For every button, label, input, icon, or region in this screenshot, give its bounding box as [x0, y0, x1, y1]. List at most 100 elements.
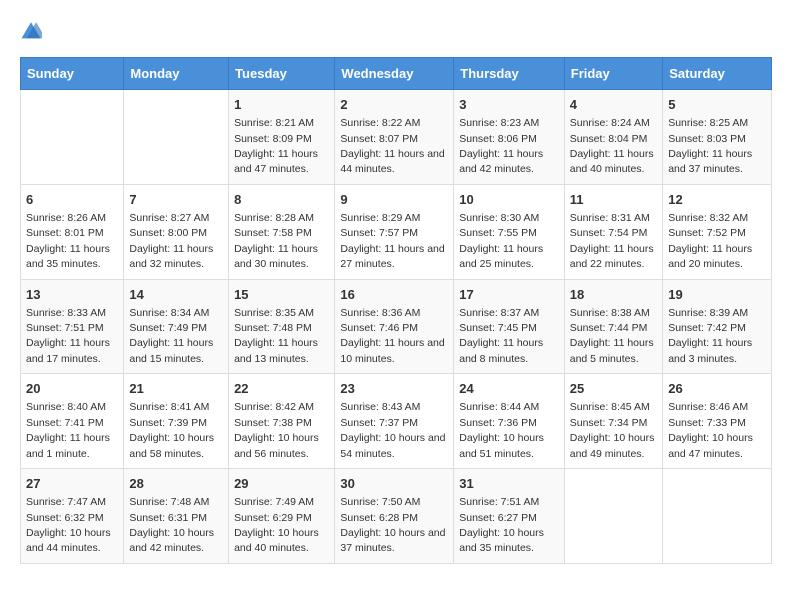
- calendar-day-cell: 26 Sunrise: 8:46 AMSunset: 7:33 PMDaylig…: [663, 374, 772, 469]
- calendar-day-cell: 16 Sunrise: 8:36 AMSunset: 7:46 PMDaylig…: [335, 279, 454, 374]
- calendar-day-cell: [21, 90, 124, 185]
- calendar-day-cell: 6 Sunrise: 8:26 AMSunset: 8:01 PMDayligh…: [21, 184, 124, 279]
- day-info: Sunrise: 8:24 AMSunset: 8:04 PMDaylight:…: [570, 117, 654, 175]
- day-of-week-header: Wednesday: [335, 58, 454, 90]
- calendar-day-cell: 13 Sunrise: 8:33 AMSunset: 7:51 PMDaylig…: [21, 279, 124, 374]
- day-info: Sunrise: 8:28 AMSunset: 7:58 PMDaylight:…: [234, 212, 318, 270]
- day-number: 6: [26, 191, 118, 209]
- calendar-day-cell: 11 Sunrise: 8:31 AMSunset: 7:54 PMDaylig…: [564, 184, 662, 279]
- calendar-day-cell: 31 Sunrise: 7:51 AMSunset: 6:27 PMDaylig…: [454, 469, 565, 564]
- calendar-day-cell: 30 Sunrise: 7:50 AMSunset: 6:28 PMDaylig…: [335, 469, 454, 564]
- calendar-day-cell: 1 Sunrise: 8:21 AMSunset: 8:09 PMDayligh…: [229, 90, 335, 185]
- day-of-week-header: Thursday: [454, 58, 565, 90]
- day-info: Sunrise: 8:41 AMSunset: 7:39 PMDaylight:…: [129, 401, 214, 459]
- calendar-day-cell: 14 Sunrise: 8:34 AMSunset: 7:49 PMDaylig…: [124, 279, 229, 374]
- day-number: 2: [340, 96, 448, 114]
- calendar-table: SundayMondayTuesdayWednesdayThursdayFrid…: [20, 57, 772, 564]
- day-of-week-header: Monday: [124, 58, 229, 90]
- day-number: 4: [570, 96, 657, 114]
- day-number: 22: [234, 380, 329, 398]
- calendar-day-cell: 28 Sunrise: 7:48 AMSunset: 6:31 PMDaylig…: [124, 469, 229, 564]
- day-number: 8: [234, 191, 329, 209]
- calendar-day-cell: 9 Sunrise: 8:29 AMSunset: 7:57 PMDayligh…: [335, 184, 454, 279]
- calendar-week-row: 20 Sunrise: 8:40 AMSunset: 7:41 PMDaylig…: [21, 374, 772, 469]
- day-number: 16: [340, 286, 448, 304]
- day-info: Sunrise: 8:33 AMSunset: 7:51 PMDaylight:…: [26, 307, 110, 365]
- calendar-day-cell: 25 Sunrise: 8:45 AMSunset: 7:34 PMDaylig…: [564, 374, 662, 469]
- day-number: 17: [459, 286, 559, 304]
- day-info: Sunrise: 8:31 AMSunset: 7:54 PMDaylight:…: [570, 212, 654, 270]
- day-number: 24: [459, 380, 559, 398]
- day-info: Sunrise: 8:23 AMSunset: 8:06 PMDaylight:…: [459, 117, 543, 175]
- calendar-day-cell: [663, 469, 772, 564]
- day-number: 18: [570, 286, 657, 304]
- calendar-week-row: 13 Sunrise: 8:33 AMSunset: 7:51 PMDaylig…: [21, 279, 772, 374]
- day-info: Sunrise: 8:30 AMSunset: 7:55 PMDaylight:…: [459, 212, 543, 270]
- calendar-week-row: 1 Sunrise: 8:21 AMSunset: 8:09 PMDayligh…: [21, 90, 772, 185]
- calendar-day-cell: [564, 469, 662, 564]
- day-info: Sunrise: 8:27 AMSunset: 8:00 PMDaylight:…: [129, 212, 213, 270]
- day-info: Sunrise: 8:37 AMSunset: 7:45 PMDaylight:…: [459, 307, 543, 365]
- day-number: 12: [668, 191, 766, 209]
- day-number: 7: [129, 191, 223, 209]
- calendar-day-cell: 12 Sunrise: 8:32 AMSunset: 7:52 PMDaylig…: [663, 184, 772, 279]
- calendar-day-cell: 27 Sunrise: 7:47 AMSunset: 6:32 PMDaylig…: [21, 469, 124, 564]
- page-header: [20, 20, 772, 47]
- day-info: Sunrise: 8:42 AMSunset: 7:38 PMDaylight:…: [234, 401, 319, 459]
- calendar-day-cell: 7 Sunrise: 8:27 AMSunset: 8:00 PMDayligh…: [124, 184, 229, 279]
- calendar-day-cell: 20 Sunrise: 8:40 AMSunset: 7:41 PMDaylig…: [21, 374, 124, 469]
- day-number: 13: [26, 286, 118, 304]
- day-info: Sunrise: 8:39 AMSunset: 7:42 PMDaylight:…: [668, 307, 752, 365]
- day-info: Sunrise: 7:51 AMSunset: 6:27 PMDaylight:…: [459, 496, 544, 554]
- day-info: Sunrise: 8:40 AMSunset: 7:41 PMDaylight:…: [26, 401, 110, 459]
- calendar-day-cell: 10 Sunrise: 8:30 AMSunset: 7:55 PMDaylig…: [454, 184, 565, 279]
- day-number: 26: [668, 380, 766, 398]
- logo-icon: [20, 20, 42, 42]
- calendar-day-cell: 3 Sunrise: 8:23 AMSunset: 8:06 PMDayligh…: [454, 90, 565, 185]
- day-of-week-header: Saturday: [663, 58, 772, 90]
- calendar-day-cell: 5 Sunrise: 8:25 AMSunset: 8:03 PMDayligh…: [663, 90, 772, 185]
- day-number: 23: [340, 380, 448, 398]
- day-number: 31: [459, 475, 559, 493]
- day-info: Sunrise: 8:29 AMSunset: 7:57 PMDaylight:…: [340, 212, 444, 270]
- day-number: 1: [234, 96, 329, 114]
- calendar-day-cell: 29 Sunrise: 7:49 AMSunset: 6:29 PMDaylig…: [229, 469, 335, 564]
- day-number: 21: [129, 380, 223, 398]
- calendar-day-cell: 19 Sunrise: 8:39 AMSunset: 7:42 PMDaylig…: [663, 279, 772, 374]
- calendar-day-cell: 24 Sunrise: 8:44 AMSunset: 7:36 PMDaylig…: [454, 374, 565, 469]
- day-number: 25: [570, 380, 657, 398]
- day-number: 28: [129, 475, 223, 493]
- calendar-day-cell: 2 Sunrise: 8:22 AMSunset: 8:07 PMDayligh…: [335, 90, 454, 185]
- day-info: Sunrise: 8:43 AMSunset: 7:37 PMDaylight:…: [340, 401, 445, 459]
- calendar-header-row: SundayMondayTuesdayWednesdayThursdayFrid…: [21, 58, 772, 90]
- day-number: 30: [340, 475, 448, 493]
- day-number: 9: [340, 191, 448, 209]
- day-number: 20: [26, 380, 118, 398]
- day-of-week-header: Tuesday: [229, 58, 335, 90]
- calendar-day-cell: 18 Sunrise: 8:38 AMSunset: 7:44 PMDaylig…: [564, 279, 662, 374]
- day-info: Sunrise: 8:46 AMSunset: 7:33 PMDaylight:…: [668, 401, 753, 459]
- calendar-week-row: 27 Sunrise: 7:47 AMSunset: 6:32 PMDaylig…: [21, 469, 772, 564]
- day-info: Sunrise: 8:34 AMSunset: 7:49 PMDaylight:…: [129, 307, 213, 365]
- day-of-week-header: Friday: [564, 58, 662, 90]
- logo: [20, 20, 46, 47]
- calendar-day-cell: 21 Sunrise: 8:41 AMSunset: 7:39 PMDaylig…: [124, 374, 229, 469]
- day-number: 29: [234, 475, 329, 493]
- day-info: Sunrise: 7:48 AMSunset: 6:31 PMDaylight:…: [129, 496, 214, 554]
- day-info: Sunrise: 8:38 AMSunset: 7:44 PMDaylight:…: [570, 307, 654, 365]
- day-info: Sunrise: 8:35 AMSunset: 7:48 PMDaylight:…: [234, 307, 318, 365]
- calendar-week-row: 6 Sunrise: 8:26 AMSunset: 8:01 PMDayligh…: [21, 184, 772, 279]
- day-info: Sunrise: 8:44 AMSunset: 7:36 PMDaylight:…: [459, 401, 544, 459]
- day-number: 15: [234, 286, 329, 304]
- day-info: Sunrise: 8:45 AMSunset: 7:34 PMDaylight:…: [570, 401, 655, 459]
- day-info: Sunrise: 8:26 AMSunset: 8:01 PMDaylight:…: [26, 212, 110, 270]
- calendar-day-cell: 15 Sunrise: 8:35 AMSunset: 7:48 PMDaylig…: [229, 279, 335, 374]
- day-info: Sunrise: 8:25 AMSunset: 8:03 PMDaylight:…: [668, 117, 752, 175]
- day-info: Sunrise: 8:22 AMSunset: 8:07 PMDaylight:…: [340, 117, 444, 175]
- day-number: 19: [668, 286, 766, 304]
- day-info: Sunrise: 7:50 AMSunset: 6:28 PMDaylight:…: [340, 496, 445, 554]
- day-number: 27: [26, 475, 118, 493]
- day-info: Sunrise: 7:47 AMSunset: 6:32 PMDaylight:…: [26, 496, 111, 554]
- calendar-day-cell: 4 Sunrise: 8:24 AMSunset: 8:04 PMDayligh…: [564, 90, 662, 185]
- day-info: Sunrise: 8:21 AMSunset: 8:09 PMDaylight:…: [234, 117, 318, 175]
